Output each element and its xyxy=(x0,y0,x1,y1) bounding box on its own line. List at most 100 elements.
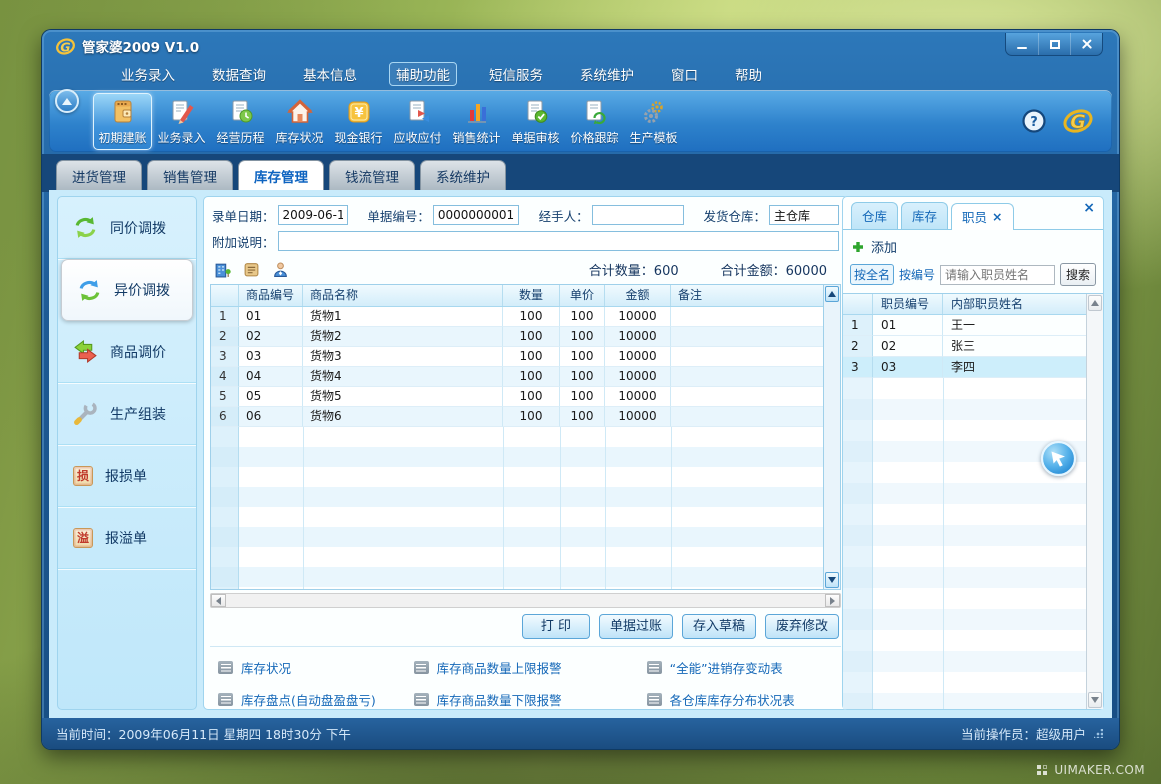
help-icon[interactable]: ? xyxy=(1022,109,1046,133)
rp-tab-warehouse[interactable]: 仓库 xyxy=(851,202,898,229)
link-stocktaking[interactable]: 库存盘点(自动盘盈盘亏) xyxy=(218,690,414,709)
menu-item-auxiliary-functions[interactable]: 辅助功能 xyxy=(389,62,457,86)
filter-by-code-toggle[interactable]: 按编号 xyxy=(899,266,935,283)
table-row[interactable]: 303货物310010010000 xyxy=(211,347,823,367)
toolbar-button-price-tracking[interactable]: 价格跟踪 xyxy=(565,93,624,150)
tab-sales-management[interactable]: 销售管理 xyxy=(147,160,233,192)
col-staff-code[interactable]: 职员编号 xyxy=(873,294,943,314)
toolbar-button-cash-bank[interactable]: ¥ 现金银行 xyxy=(329,93,388,150)
warehouse-building-icon[interactable] xyxy=(214,261,231,278)
report-icon xyxy=(218,661,233,674)
tab-purchase-management[interactable]: 进货管理 xyxy=(56,160,142,192)
tab-cashflow-management[interactable]: 钱流管理 xyxy=(329,160,415,192)
sidebar-item-loss-report[interactable]: 损 报损单 xyxy=(58,445,196,507)
vertical-scrollbar[interactable] xyxy=(823,285,840,589)
staff-row[interactable]: 202张三 xyxy=(843,336,1086,357)
table-row[interactable]: 101货物110010010000 xyxy=(211,307,823,327)
col-amount[interactable]: 金额 xyxy=(605,285,671,306)
handler-input[interactable] xyxy=(592,205,684,225)
scroll-down-button[interactable] xyxy=(1088,692,1102,708)
plus-icon xyxy=(852,241,864,253)
scroll-up-button[interactable] xyxy=(825,286,839,302)
col-unit-price[interactable]: 单价 xyxy=(560,285,605,306)
toolbar-button-receivables-payables[interactable]: 应收应付 xyxy=(388,93,447,150)
link-almighty-flow-report[interactable]: “全能”进销存变动表 xyxy=(647,658,833,677)
table-row[interactable]: 505货物510010010000 xyxy=(211,387,823,407)
col-product-code[interactable]: 商品编号 xyxy=(239,285,303,306)
close-button[interactable] xyxy=(1070,33,1102,55)
menu-item-system-maintenance[interactable]: 系统维护 xyxy=(575,62,639,86)
stock-box-icon[interactable] xyxy=(243,261,260,278)
menu-item-sms-service[interactable]: 短信服务 xyxy=(484,62,548,86)
note-input[interactable] xyxy=(278,231,839,251)
triangle-up-icon xyxy=(828,291,836,297)
link-inventory-status[interactable]: 库存状况 xyxy=(218,658,414,677)
window-title: 管家婆2009 V1.0 xyxy=(82,36,199,56)
menu-item-basic-info[interactable]: 基本信息 xyxy=(298,62,362,86)
toolbar-button-production-template[interactable]: 生产模板 xyxy=(624,93,683,150)
menu-item-business-entry[interactable]: 业务录入 xyxy=(116,62,180,86)
menu-item-help[interactable]: 帮助 xyxy=(730,62,767,86)
staff-person-icon[interactable] xyxy=(272,261,289,278)
save-draft-button[interactable]: 存入草稿 xyxy=(682,614,756,639)
sidebar-item-diff-price-transfer[interactable]: 异价调拨 xyxy=(61,259,193,321)
toolbar-button-sales-statistics[interactable]: 销售统计 xyxy=(447,93,506,150)
col-product-name[interactable]: 商品名称 xyxy=(303,285,503,306)
title-bar[interactable]: G 管家婆2009 V1.0 xyxy=(42,30,1119,60)
staff-search-input[interactable] xyxy=(940,265,1055,285)
resize-grip[interactable] xyxy=(1094,729,1103,738)
totals: 合计数量：600 合计金额：60000 xyxy=(589,260,837,279)
brand-logo-icon[interactable]: G xyxy=(1062,106,1094,136)
rp-tab-inventory[interactable]: 库存 xyxy=(901,202,948,229)
print-button[interactable]: 打 印 xyxy=(522,614,590,639)
table-row[interactable]: 202货物210010010000 xyxy=(211,327,823,347)
yen-badge-icon: ¥ xyxy=(345,98,373,126)
col-remark[interactable]: 备注 xyxy=(671,285,823,306)
toolbar-button-initial-setup[interactable]: 初期建账 xyxy=(93,93,152,150)
tab-inventory-management[interactable]: 库存管理 xyxy=(238,160,324,192)
col-staff-name[interactable]: 内部职员姓名 xyxy=(943,294,1086,314)
toolbar-button-inventory-status[interactable]: 库存状况 xyxy=(270,93,329,150)
report-icon xyxy=(647,661,662,674)
horizontal-scrollbar[interactable] xyxy=(210,593,841,608)
filter-by-name-toggle[interactable]: 按全名 xyxy=(850,264,894,285)
menu-item-window[interactable]: 窗口 xyxy=(666,62,703,86)
scroll-right-button[interactable] xyxy=(825,594,840,607)
scroll-up-button[interactable] xyxy=(1088,295,1102,311)
menu-item-data-query[interactable]: 数据查询 xyxy=(207,62,271,86)
sidebar-item-price-adjust[interactable]: 商品调价 xyxy=(58,321,196,383)
toolbar-button-business-history[interactable]: 经营历程 xyxy=(211,93,270,150)
maximize-button[interactable] xyxy=(1038,33,1070,55)
table-row[interactable]: 606货物610010010000 xyxy=(211,407,823,427)
doc-number-input[interactable] xyxy=(433,205,519,225)
post-document-button[interactable]: 单据过账 xyxy=(599,614,673,639)
col-quantity[interactable]: 数量 xyxy=(503,285,560,306)
tab-close-icon[interactable]: × xyxy=(992,209,1002,224)
link-warehouse-distribution[interactable]: 各仓库库存分布状况表 xyxy=(647,690,833,709)
panel-close-icon[interactable]: × xyxy=(1083,201,1095,215)
link-lower-limit-alert[interactable]: 库存商品数量下限报警 xyxy=(414,690,647,709)
chevron-up-icon xyxy=(62,98,72,105)
staff-vertical-scrollbar[interactable] xyxy=(1086,294,1103,709)
scroll-left-button[interactable] xyxy=(211,594,226,607)
add-row[interactable]: 添加 xyxy=(843,230,1103,261)
table-row[interactable]: 404货物410010010000 xyxy=(211,367,823,387)
staff-row-selected[interactable]: 303李四 xyxy=(843,357,1086,378)
date-input[interactable] xyxy=(278,205,348,225)
staff-row[interactable]: 101王一 xyxy=(843,315,1086,336)
warehouse-input[interactable] xyxy=(769,205,839,225)
search-button[interactable]: 搜索 xyxy=(1060,263,1096,286)
toolbar-button-document-audit[interactable]: 单据审核 xyxy=(506,93,565,150)
tab-system-maintenance[interactable]: 系统维护 xyxy=(420,160,506,192)
sidebar-item-production-assembly[interactable]: 生产组装 xyxy=(58,383,196,445)
status-bar: 当前时间：2009年06月11日 星期四 18时30分 下午 当前操作员：超级用… xyxy=(42,718,1119,749)
toolbar-button-business-entry[interactable]: 业务录入 xyxy=(152,93,211,150)
rp-tab-staff[interactable]: 职员 × xyxy=(951,203,1014,230)
link-upper-limit-alert[interactable]: 库存商品数量上限报警 xyxy=(414,658,647,677)
minimize-button[interactable] xyxy=(1006,33,1038,55)
sidebar-item-overflow-report[interactable]: 溢 报溢单 xyxy=(58,507,196,569)
scroll-down-button[interactable] xyxy=(825,572,839,588)
sidebar-item-same-price-transfer[interactable]: 同价调拨 xyxy=(58,197,196,259)
discard-changes-button[interactable]: 废弃修改 xyxy=(765,614,839,639)
toolbar-collapse-button[interactable] xyxy=(55,89,79,113)
